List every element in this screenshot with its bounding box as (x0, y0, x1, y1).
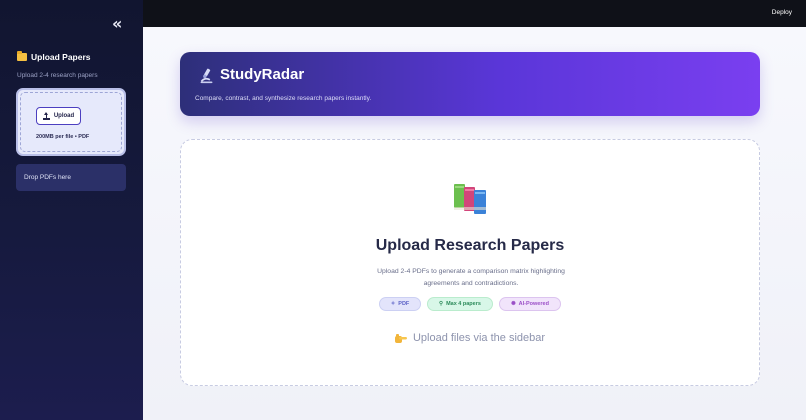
upload-button[interactable]: Upload (36, 107, 81, 125)
upload-card: Upload Research Papers Upload 2-4 PDFs t… (180, 139, 760, 386)
sparkle-icon: ✧ (390, 301, 396, 307)
file-uploader[interactable]: Upload 200MB per file • PDF (16, 88, 126, 156)
chip-pdf: ✧ PDF (379, 297, 421, 311)
sidebar-subtitle: Upload 2-4 research papers (17, 72, 98, 79)
chip-max-papers: ⚲ Max 4 papers (427, 297, 493, 311)
brain-icon: ✺ (511, 301, 516, 307)
upload-hint: Upload files via the sidebar (181, 332, 759, 344)
sidebar-title-label: Upload Papers (31, 52, 91, 62)
magnifier-icon: ⚲ (439, 301, 444, 307)
file-uploader-dropzone[interactable]: Upload 200MB per file • PDF (20, 92, 122, 152)
collapse-sidebar-icon[interactable]: « (112, 16, 122, 32)
drop-pdfs-box[interactable]: Drop PDFs here (16, 164, 126, 191)
main-content: StudyRadar Compare, contrast, and synthe… (143, 27, 806, 420)
app-title: StudyRadar (220, 66, 305, 83)
card-description: Upload 2-4 PDFs to generate a comparison… (377, 268, 565, 287)
sidebar: « Upload Papers Upload 2-4 research pape… (0, 0, 143, 420)
top-bar: Deploy (143, 0, 806, 27)
upload-icon (42, 111, 50, 120)
chip-ai-powered-label: AI-Powered (518, 301, 549, 307)
chip-max-papers-label: Max 4 papers (446, 301, 481, 307)
chip-ai-powered: ✺ AI-Powered (499, 297, 561, 311)
deploy-button[interactable]: Deploy (772, 9, 792, 16)
folder-icon (17, 51, 27, 61)
upload-limit-text: 200MB per file • PDF (36, 134, 90, 140)
sidebar-title: Upload Papers (17, 51, 91, 62)
app-subtitle: Compare, contrast, and synthesize resear… (195, 95, 372, 102)
microscope-icon (200, 68, 213, 84)
chip-pdf-label: PDF (398, 301, 410, 307)
pointing-hand-icon (394, 333, 407, 343)
card-title: Upload Research Papers (375, 237, 565, 254)
feature-chips: ✧ PDF ⚲ Max 4 papers ✺ AI-Powered (181, 297, 759, 311)
upload-button-label: Upload (53, 113, 75, 119)
upload-hint-text: Upload files via the sidebar (412, 332, 546, 344)
hero-banner: StudyRadar Compare, contrast, and synthe… (180, 52, 760, 116)
books-icon (454, 184, 486, 214)
